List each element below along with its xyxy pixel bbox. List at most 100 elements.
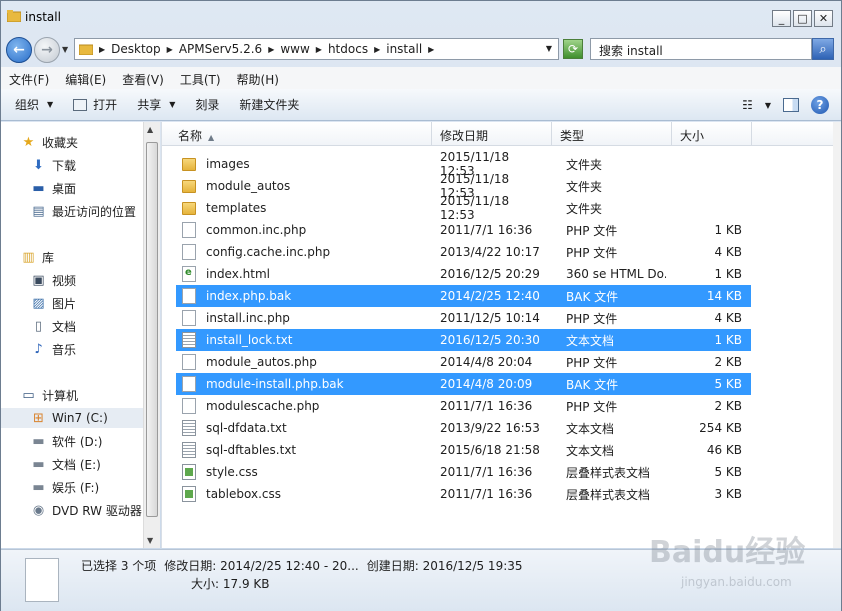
recent-pages-dropdown-icon[interactable]: ▼ bbox=[62, 45, 68, 54]
nav-computer[interactable]: ▭ 计算机 bbox=[1, 385, 143, 405]
nav-pictures[interactable]: ▨ 图片 bbox=[1, 293, 143, 313]
nav-pane-scrollbar[interactable]: ▲ ▼ bbox=[143, 122, 160, 548]
desktop-icon: ▬ bbox=[32, 180, 45, 196]
nav-drive-e[interactable]: ▬ 文档 (E:) bbox=[1, 454, 143, 474]
back-button[interactable]: ← bbox=[6, 37, 32, 63]
refresh-button[interactable]: ⟳ bbox=[563, 39, 583, 59]
change-view-icon[interactable]: ☷ bbox=[742, 98, 753, 112]
new-folder-button[interactable]: 新建文件夹 bbox=[239, 96, 299, 113]
maximize-button[interactable]: □ bbox=[793, 10, 812, 27]
burn-label: 刻录 bbox=[195, 98, 220, 112]
file-name: install.inc.php bbox=[206, 311, 290, 325]
menu-help[interactable]: 帮助(H) bbox=[237, 67, 285, 89]
minimize-button[interactable]: _ bbox=[772, 10, 791, 27]
file-row[interactable]: modulescache.php 2011/7/1 16:36 PHP 文件 2 KB bbox=[176, 395, 751, 417]
scroll-down-icon[interactable]: ▼ bbox=[147, 536, 153, 545]
file-name-cell: images bbox=[176, 157, 426, 171]
file-row[interactable]: tablebox.css 2011/7/1 16:36 层叠样式表文档 3 KB bbox=[176, 483, 751, 505]
file-modified-date: 2011/12/5 10:14 bbox=[440, 311, 540, 325]
nav-favorites[interactable]: ★ 收藏夹 bbox=[1, 132, 143, 152]
scrollbar-thumb[interactable] bbox=[146, 142, 158, 517]
burn-button[interactable]: 刻录 bbox=[195, 96, 219, 113]
nav-videos[interactable]: ▣ 视频 bbox=[1, 270, 143, 290]
nav-music[interactable]: ♪ 音乐 bbox=[1, 339, 143, 359]
column-header-name[interactable]: 名称 ▲ bbox=[162, 122, 432, 146]
nav-libraries[interactable]: ▥ 库 bbox=[1, 247, 143, 267]
file-icon bbox=[182, 310, 196, 326]
address-dropdown-icon[interactable]: ▼ bbox=[546, 44, 552, 53]
menu-edit[interactable]: 编辑(E) bbox=[65, 67, 112, 89]
nav-drive-d[interactable]: ▬ 软件 (D:) bbox=[1, 431, 143, 451]
folder-icon bbox=[6, 10, 22, 23]
nav-drive-c[interactable]: ⊞ Win7 (C:) bbox=[1, 408, 143, 428]
nav-drive-f[interactable]: ▬ 娱乐 (F:) bbox=[1, 477, 143, 497]
file-modified-date: 2014/2/25 12:40 bbox=[440, 289, 540, 303]
share-label: 共享 bbox=[137, 98, 162, 112]
file-row[interactable]: install.inc.php 2011/12/5 10:14 PHP 文件 4 KB bbox=[176, 307, 751, 329]
file-modified-date: 2011/7/1 16:36 bbox=[440, 399, 533, 413]
preview-pane-icon[interactable] bbox=[783, 98, 799, 112]
file-row[interactable]: style.css 2011/7/1 16:36 层叠样式表文档 5 KB bbox=[176, 461, 751, 483]
search-icon[interactable]: ⌕ bbox=[812, 38, 834, 60]
breadcrumb-separator-icon[interactable]: ▶ bbox=[428, 45, 434, 54]
file-row[interactable]: install_lock.txt 2016/12/5 20:30 文本文档 1 KB bbox=[176, 329, 751, 351]
file-row[interactable]: module_autos.php 2014/4/8 20:04 PHP 文件 2 KB bbox=[176, 351, 751, 373]
nav-downloads[interactable]: ⬇ 下载 bbox=[1, 155, 143, 175]
total-size: 大小: 17.9 KB bbox=[191, 577, 270, 591]
file-name-cell: module_autos.php bbox=[176, 354, 426, 370]
search-input[interactable]: 搜索 install bbox=[590, 38, 812, 60]
file-size: 4 KB bbox=[714, 245, 742, 259]
file-row[interactable]: module-install.php.bak 2014/4/8 20:09 BAK … bbox=[176, 373, 751, 395]
breadcrumb-htdocs[interactable]: htdocs bbox=[328, 42, 368, 56]
file-modified-date: 2013/9/22 16:53 bbox=[440, 421, 540, 435]
breadcrumb-separator-icon[interactable]: ▶ bbox=[316, 45, 322, 54]
nav-recent[interactable]: ▤ 最近访问的位置 bbox=[1, 201, 143, 221]
column-header-date[interactable]: 修改日期 bbox=[432, 122, 552, 146]
text-file-icon bbox=[182, 332, 196, 348]
file-row[interactable]: common.inc.php 2011/7/1 16:36 PHP 文件 1 KB bbox=[176, 219, 751, 241]
breadcrumb-apmserv[interactable]: APMServ5.2.6 bbox=[179, 42, 262, 56]
file-icon bbox=[182, 288, 196, 304]
libraries-icon: ▥ bbox=[22, 249, 35, 265]
column-header-type[interactable]: 类型 bbox=[552, 122, 672, 146]
file-size: 5 KB bbox=[714, 465, 742, 479]
breadcrumb-separator-icon[interactable]: ▶ bbox=[167, 45, 173, 54]
breadcrumb-install[interactable]: install bbox=[386, 42, 422, 56]
file-row[interactable]: config.cache.inc.php 2013/4/22 10:17 PHP 文… bbox=[176, 241, 751, 263]
nav-desktop[interactable]: ▬ 桌面 bbox=[1, 178, 143, 198]
organize-button[interactable]: 组织 ▼ bbox=[15, 96, 53, 113]
file-type: BAK 文件 bbox=[566, 377, 619, 392]
computer-icon: ▭ bbox=[22, 387, 35, 403]
file-row[interactable]: sql-dftables.txt 2015/6/18 21:58 文本文档 46 KB bbox=[176, 439, 751, 461]
file-name: install_lock.txt bbox=[206, 333, 293, 347]
open-button[interactable]: 打开 bbox=[73, 96, 117, 113]
nav-documents[interactable]: ▯ 文档 bbox=[1, 316, 143, 336]
column-header-size[interactable]: 大小 bbox=[672, 122, 752, 146]
view-options-chevron-icon[interactable]: ▼ bbox=[765, 101, 771, 110]
file-row[interactable]: index.html 2016/12/5 20:29 360 se HTML Do.… bbox=[176, 263, 751, 285]
nav-dvd-drive[interactable]: ◉ DVD RW 驱动器 bbox=[1, 500, 143, 520]
breadcrumb-desktop[interactable]: Desktop bbox=[111, 42, 161, 56]
file-row[interactable]: templates 2015/11/18 12:53 文件夹 bbox=[176, 194, 751, 222]
address-bar[interactable]: ▶ Desktop ▶ APMServ5.2.6 ▶ www ▶ htdocs … bbox=[74, 38, 559, 60]
forward-button[interactable]: → bbox=[34, 37, 60, 63]
breadcrumb-www[interactable]: www bbox=[280, 42, 309, 56]
file-row[interactable]: sql-dfdata.txt 2013/9/22 16:53 文本文档 254 KB bbox=[176, 417, 751, 439]
windows-drive-icon: ⊞ bbox=[33, 410, 44, 426]
created-date: 创建日期: 2016/12/5 19:35 bbox=[366, 559, 523, 573]
menu-view[interactable]: 查看(V) bbox=[122, 67, 170, 89]
menu-tools[interactable]: 工具(T) bbox=[180, 67, 227, 89]
help-icon[interactable]: ? bbox=[811, 96, 829, 114]
file-name: config.cache.inc.php bbox=[206, 245, 331, 259]
file-type: PHP 文件 bbox=[566, 223, 618, 238]
title-bar[interactable]: install _ □ ✕ bbox=[1, 1, 841, 35]
file-row[interactable]: index.php.bak 2014/2/25 12:40 BAK 文件 14 KB bbox=[176, 285, 751, 307]
menu-file[interactable]: 文件(F) bbox=[9, 67, 55, 89]
share-button[interactable]: 共享 ▼ bbox=[137, 96, 175, 113]
close-button[interactable]: ✕ bbox=[814, 10, 833, 27]
breadcrumb-separator-icon[interactable]: ▶ bbox=[99, 45, 105, 54]
breadcrumb-separator-icon[interactable]: ▶ bbox=[374, 45, 380, 54]
scroll-up-icon[interactable]: ▲ bbox=[147, 125, 153, 134]
file-type: 层叠样式表文档 bbox=[566, 465, 651, 480]
breadcrumb-separator-icon[interactable]: ▶ bbox=[268, 45, 274, 54]
